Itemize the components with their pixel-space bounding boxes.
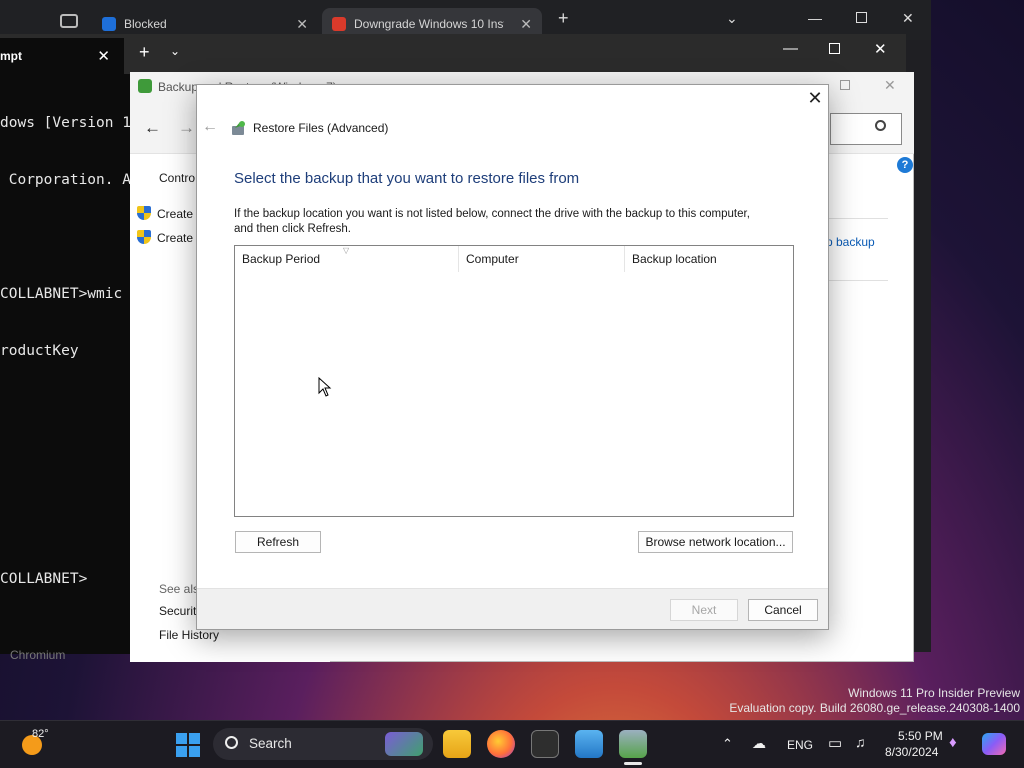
browser-maximize-button[interactable] — [856, 12, 867, 23]
terminal-tab[interactable]: mpt ✕ — [0, 38, 124, 74]
terminal-line: dows [Version 1 — [0, 115, 130, 131]
control-panel-icon[interactable] — [575, 730, 603, 758]
copilot-icon[interactable] — [982, 733, 1006, 755]
dialog-heading: Select the backup that you want to resto… — [234, 170, 580, 187]
dialog-close-button[interactable]: ✕ — [805, 88, 825, 108]
terminal-bottom-text: Chromium — [10, 648, 66, 662]
help-icon[interactable]: ? — [897, 157, 913, 173]
terminal-minimize-button[interactable]: — — [783, 40, 798, 57]
chevron-up-icon[interactable]: ⌃ — [722, 736, 733, 752]
tab-list-chevron-icon[interactable]: ⌄ — [726, 10, 738, 27]
search-highlight-icon — [385, 732, 423, 756]
taskbar-search[interactable]: Search — [213, 728, 433, 760]
terminal-line: COLLABNET>wmic — [0, 286, 123, 302]
clock-date[interactable]: 8/30/2024 — [885, 745, 938, 759]
mouse-cursor-icon — [318, 377, 332, 397]
list-header: Backup Period Computer Backup location — [235, 246, 793, 272]
next-button[interactable]: Next — [670, 599, 738, 621]
terminal-icon[interactable] — [531, 730, 559, 758]
search-icon — [225, 736, 238, 749]
terminal-tab-label: mpt — [0, 49, 22, 63]
start-tile — [176, 746, 187, 757]
watermark-edition: Windows 11 Pro Insider Preview — [848, 686, 1020, 700]
column-header-computer[interactable]: Computer — [459, 246, 625, 272]
terminal-output[interactable]: dows [Version 1 Corporation. A COLLABNET… — [0, 76, 130, 656]
sort-chevron-icon: ▽ — [343, 246, 350, 255]
network-icon[interactable]: ☁ — [752, 735, 766, 752]
volume-icon[interactable]: ♫ — [855, 734, 866, 750]
search-label: Search — [249, 736, 292, 751]
close-tab-icon[interactable]: ✕ — [97, 47, 110, 65]
new-tab-button[interactable]: + — [139, 42, 150, 63]
dropdown-chevron-icon[interactable]: ⌄ — [170, 44, 180, 58]
language-indicator[interactable]: ENG — [787, 738, 813, 752]
cancel-button[interactable]: Cancel — [748, 599, 818, 621]
tab-search-icon[interactable] — [60, 14, 78, 28]
backup-app-icon — [138, 79, 152, 93]
clock-time[interactable]: 5:50 PM — [898, 729, 943, 743]
terminal-tab-bar — [0, 34, 906, 74]
close-tab-icon[interactable]: ✕ — [296, 16, 308, 33]
back-arrow-icon[interactable]: ← — [144, 118, 161, 138]
refresh-button[interactable]: Refresh — [235, 531, 321, 553]
terminal-maximize-button[interactable] — [829, 43, 840, 54]
tab-label: Downgrade Windows 10 Install — [354, 17, 504, 31]
windows-start-icon[interactable] — [176, 733, 200, 757]
uac-shield-icon — [137, 206, 151, 220]
terminal-line: roductKey — [0, 343, 79, 359]
see-also-heading: See als — [159, 582, 200, 596]
dialog-description: If the backup location you want is not l… — [234, 208, 750, 235]
terminal-line: Corporation. A — [0, 172, 130, 188]
setup-backup-link[interactable]: p backup — [826, 235, 875, 249]
file-history-link[interactable]: File History — [159, 628, 219, 642]
restore-files-icon — [232, 121, 245, 135]
uac-shield-icon — [137, 230, 151, 244]
tab-favicon-icon — [332, 17, 346, 31]
terminal-close-button[interactable]: ✕ — [874, 40, 887, 58]
create-link-label: Create — [157, 231, 194, 245]
backup-close-button[interactable]: ✕ — [884, 77, 896, 94]
tab-label: Blocked — [124, 17, 167, 31]
divider — [828, 218, 888, 219]
create-repair-disc-link[interactable]: Create — [137, 230, 193, 245]
firefox-icon[interactable] — [487, 730, 515, 758]
dialog-title: Restore Files (Advanced) — [253, 121, 389, 135]
weather-temperature[interactable]: 82° — [32, 728, 49, 740]
backup-maximize-button[interactable] — [840, 80, 850, 90]
start-tile — [189, 733, 200, 744]
file-explorer-icon[interactable] — [443, 730, 471, 758]
security-link[interactable]: Securit — [159, 604, 196, 618]
notification-bell-icon[interactable]: ♦ — [949, 734, 957, 751]
browse-network-location-button[interactable]: Browse network location... — [638, 531, 793, 553]
control-panel-link[interactable]: Contro — [159, 171, 195, 185]
active-app-indicator — [624, 762, 642, 765]
backup-restore-icon[interactable] — [619, 730, 647, 758]
search-icon[interactable] — [875, 120, 886, 131]
column-header-backup-location[interactable]: Backup location — [625, 246, 793, 272]
forward-arrow-icon[interactable]: → — [178, 118, 195, 138]
watermark-build: Evaluation copy. Build 26080.ge_release.… — [729, 701, 1020, 715]
divider — [828, 280, 888, 281]
tab-favicon-icon — [102, 17, 116, 31]
create-system-image-link[interactable]: Create — [137, 206, 193, 221]
start-tile — [189, 746, 200, 757]
dialog-back-arrow-icon[interactable]: ← — [202, 118, 218, 136]
create-link-label: Create — [157, 207, 194, 221]
browser-minimize-button[interactable]: — — [808, 10, 822, 26]
terminal-line: COLLABNET> — [0, 571, 88, 587]
display-icon[interactable]: ▭ — [828, 734, 842, 752]
new-tab-button[interactable]: + — [558, 8, 569, 29]
close-tab-icon[interactable]: ✕ — [520, 16, 532, 33]
browser-close-button[interactable]: ✕ — [902, 10, 914, 27]
search-box[interactable] — [830, 113, 902, 145]
start-tile — [176, 733, 187, 744]
